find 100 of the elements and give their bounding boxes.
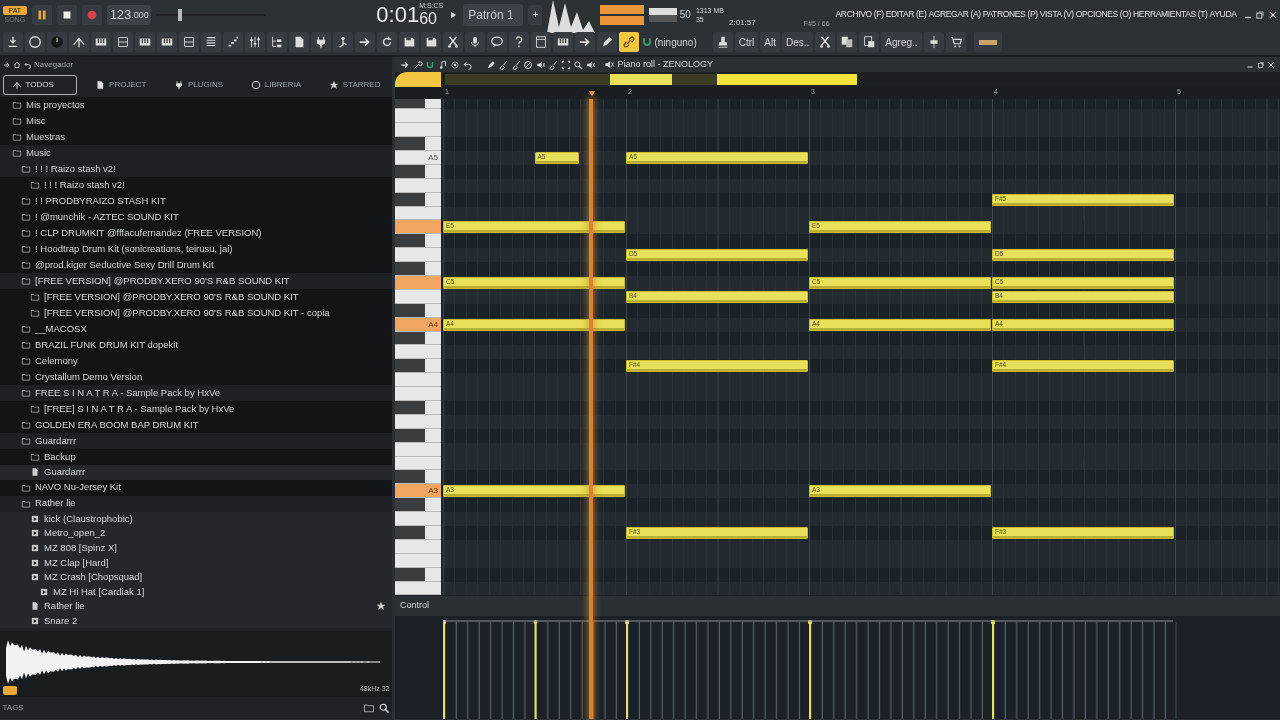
piano-key[interactable] <box>395 123 441 138</box>
arrow-icon[interactable] <box>2 60 11 69</box>
slider-button[interactable] <box>923 32 944 52</box>
tree-item[interactable]: Metro_open_2 <box>0 526 392 541</box>
undo-icon[interactable] <box>462 59 473 70</box>
tree-item[interactable]: ! ! PRODBYRAIZO STASH KIT <box>0 193 392 209</box>
cart-button[interactable] <box>945 32 966 52</box>
grid-button[interactable] <box>178 32 199 52</box>
piano-key[interactable] <box>395 248 441 263</box>
page-button[interactable] <box>288 32 309 52</box>
tree-item[interactable]: MZ Clap [Hard] <box>0 555 392 570</box>
pencil-icon[interactable] <box>485 59 496 70</box>
window-button[interactable] <box>530 32 551 52</box>
target-icon[interactable] <box>450 59 460 70</box>
menu-item[interactable]: PATRONES (P) <box>981 8 1039 21</box>
mixer-button[interactable] <box>244 32 265 52</box>
tree-item[interactable]: ! Hoodtrap Drum Kit (sonicreations, teirusu, jai) <box>0 241 392 257</box>
browser-tab[interactable]: TODOS <box>2 74 77 95</box>
speaker-icon[interactable] <box>604 59 615 70</box>
piano-key[interactable] <box>395 220 441 235</box>
pattern-overview-drawing[interactable] <box>445 74 857 85</box>
brush-icon[interactable] <box>510 59 521 70</box>
close-icon[interactable] <box>1267 9 1278 20</box>
piano-key[interactable] <box>395 401 441 415</box>
pause-button[interactable] <box>32 4 53 25</box>
arrow-icon[interactable] <box>400 59 410 70</box>
tree-item[interactable]: ! ! ! Raizo stash v2! <box>0 177 392 193</box>
piano-key[interactable] <box>395 99 441 110</box>
help-button[interactable] <box>508 32 529 52</box>
tree-item[interactable]: Rather lie <box>0 599 392 614</box>
microphone-button[interactable] <box>464 32 485 52</box>
piano-key[interactable] <box>395 498 441 513</box>
speaker-icon[interactable] <box>535 59 546 70</box>
tree-item[interactable]: Crystallum Demo Version <box>0 369 392 385</box>
list-button[interactable] <box>200 32 221 52</box>
piano-key[interactable] <box>395 234 441 249</box>
stop-button[interactable] <box>57 4 78 25</box>
browser-tab[interactable]: PROJECT <box>86 74 156 95</box>
speaker-icon[interactable] <box>585 59 596 70</box>
tree-item[interactable]: Guardarrr <box>0 465 392 480</box>
menu-item[interactable]: EDITAR (E) <box>884 8 928 21</box>
close-icon[interactable] <box>1267 60 1275 69</box>
pencil-button[interactable] <box>596 32 617 52</box>
tree-item[interactable]: @prod.kiger Seductive Sexy Drill Drum Kit <box>0 257 392 273</box>
brush-icon[interactable] <box>498 59 508 70</box>
restore-icon[interactable] <box>1255 9 1265 20</box>
zoom-icon[interactable] <box>573 59 583 70</box>
tempo-display[interactable]: 123.000 <box>107 4 152 25</box>
back-icon[interactable] <box>23 60 32 69</box>
menu-item[interactable]: HERRAMIENTAS (T) <box>1132 8 1209 21</box>
menu-item[interactable]: VISTA (V) <box>1038 8 1075 21</box>
tree-item[interactable]: Mis proyectos <box>0 97 392 113</box>
tree-item[interactable]: __MACOSX <box>0 321 392 337</box>
wrench-icon[interactable] <box>412 59 423 70</box>
menu-item[interactable]: ARCHIVO (F) <box>834 8 885 21</box>
search-icon[interactable] <box>377 702 390 714</box>
magnet-icon[interactable] <box>425 59 435 70</box>
arrow-button[interactable] <box>354 32 375 52</box>
star-icon[interactable] <box>376 601 386 612</box>
scissors-button[interactable] <box>442 32 463 52</box>
link-button[interactable] <box>618 32 639 52</box>
browser-tab[interactable]: LIBRERIA <box>241 74 311 95</box>
brush-icon[interactable] <box>548 59 558 70</box>
tape-button[interactable] <box>973 32 1002 52</box>
pattern-selector[interactable]: Patrón 1 <box>463 3 524 26</box>
ring-button[interactable] <box>24 32 45 52</box>
grid-button[interactable] <box>112 32 133 52</box>
folder-icon[interactable] <box>363 702 375 714</box>
scissors-button[interactable] <box>815 32 836 52</box>
toolbar-button[interactable]: Agreg.. <box>881 32 922 52</box>
piano-key[interactable] <box>395 359 441 374</box>
no-entry-icon[interactable] <box>523 59 533 70</box>
menu-item[interactable]: OPCIONES (O) <box>1074 8 1133 21</box>
selection-icon[interactable] <box>560 59 571 70</box>
menu-item[interactable]: AYUDA <box>1208 8 1238 21</box>
tree-item[interactable]: Muestras <box>0 129 392 145</box>
save-button[interactable] <box>398 32 419 52</box>
browser-tab[interactable]: PLUGINS <box>165 74 233 95</box>
restore-icon[interactable] <box>1256 60 1265 69</box>
refresh-button[interactable] <box>376 32 397 52</box>
toolbar-button[interactable]: Ctrl <box>734 32 759 52</box>
tree-item[interactable]: ! @munchik - AZTEC SOUND KIT <box>0 209 392 225</box>
toolbar-button[interactable]: Alt <box>760 32 780 52</box>
tree-item[interactable]: Backup <box>0 449 392 465</box>
paste-button[interactable] <box>859 32 880 52</box>
piano-key[interactable] <box>395 470 441 485</box>
keyboard-button[interactable] <box>90 32 111 52</box>
steps-button[interactable] <box>222 32 243 52</box>
tree-item[interactable]: [FREE VERSION] @PRODBY.XERO 90'S R&B SOUND KIT <box>0 289 392 305</box>
tree-item[interactable]: [FREE] S I N A T R A - Sample Pack by HxVe <box>0 401 392 417</box>
piano-key[interactable] <box>395 262 441 276</box>
copy-button[interactable] <box>837 32 858 52</box>
speech-bubble-button[interactable] <box>486 32 507 52</box>
arrow-button[interactable] <box>574 32 595 52</box>
download-button[interactable] <box>2 32 23 52</box>
keyboard-button[interactable] <box>156 32 177 52</box>
save-button[interactable] <box>420 32 441 52</box>
magnet-icon[interactable] <box>640 36 653 48</box>
tree-item[interactable]: BRAZIL FUNK DRUM KIT dopekit <box>0 337 392 353</box>
tree-item[interactable]: Celemony <box>0 353 392 369</box>
